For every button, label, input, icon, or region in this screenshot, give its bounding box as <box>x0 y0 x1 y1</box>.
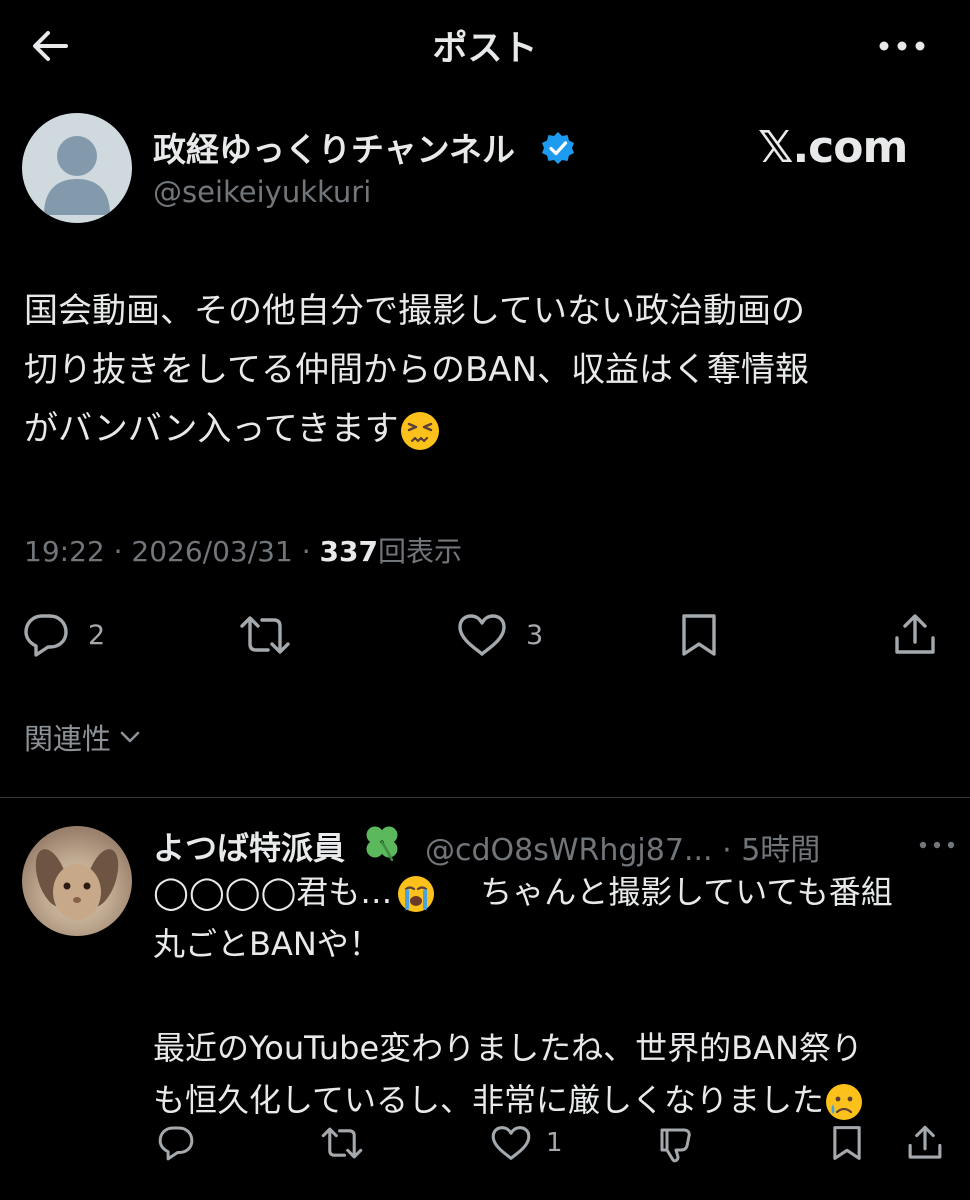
sort-dropdown[interactable]: 関連性 <box>24 716 143 758</box>
author-avatar[interactable] <box>22 113 132 223</box>
reply-icon <box>158 1126 194 1161</box>
reply-reply-button[interactable] <box>157 1124 209 1162</box>
reply-like-button[interactable]: 1 <box>490 1124 563 1162</box>
reply-time[interactable]: 5時間 <box>741 833 820 868</box>
repost-icon <box>240 616 290 654</box>
meta-separator: · <box>722 833 732 868</box>
reply-text-line: 最近のYouTube変わりましたね、世界的BAN祭り <box>153 1029 863 1067</box>
share-button[interactable] <box>892 612 956 658</box>
page-title: ポスト <box>432 29 538 69</box>
author-name[interactable]: 政経ゆっくりチャンネル <box>153 123 515 171</box>
author-handle[interactable]: @seikeiyukkuri <box>153 175 371 209</box>
views-count: 337 <box>319 535 378 568</box>
reply-author-name[interactable]: よつば特派員 <box>153 823 345 869</box>
reply-more-icon[interactable] <box>917 830 957 860</box>
verified-badge-icon <box>540 130 576 166</box>
bookmark-button[interactable] <box>678 612 738 658</box>
share-icon <box>908 1125 942 1159</box>
reply-text-line: も恒久化しているし、非常に厳しくなりました <box>153 1081 825 1119</box>
reply-text: ◯◯◯◯君も… ちゃんと撮影していても番組 丸ごとBANや！ 最近のYouTub… <box>153 866 953 1126</box>
dislike-button[interactable] <box>656 1124 710 1164</box>
post-date[interactable]: 2026/03/31 <box>131 535 292 568</box>
like-count: 3 <box>526 619 544 651</box>
repost-icon <box>321 1127 363 1159</box>
reply-like-count: 1 <box>546 1128 563 1158</box>
heart-icon <box>491 1126 531 1160</box>
more-horizontal-icon[interactable] <box>876 28 928 64</box>
bookmark-icon <box>833 1126 861 1160</box>
reply-meta: @cdO8sWRhgj87... · 5時間 <box>425 825 820 869</box>
post-text-line: 国会動画、その他自分で撮影していない政治動画の <box>24 291 805 331</box>
reply-author-handle[interactable]: @cdO8sWRhgj87... <box>425 833 713 868</box>
persevering-face-emoji-icon <box>399 410 441 452</box>
x-com-watermark: 𝕏.com <box>758 122 908 173</box>
reply-bookmark-button[interactable] <box>830 1124 878 1162</box>
reply-share-button[interactable] <box>906 1124 958 1162</box>
like-button[interactable]: 3 <box>456 612 543 658</box>
reply-icon <box>24 614 68 657</box>
reply-text-segment: ◯◯◯◯君も… <box>153 873 393 911</box>
post-text-line: 切り抜きをしてる仲間からのBAN、収益はく奪情報 <box>24 350 809 390</box>
reply-button[interactable]: 2 <box>22 612 105 658</box>
reply-repost-button[interactable] <box>320 1124 378 1162</box>
reply-text-line: 丸ごとBANや！ <box>153 925 381 963</box>
post-text: 国会動画、その他自分で撮影していない政治動画の 切り抜きをしてる仲間からのBAN… <box>24 282 954 459</box>
reply-text-segment: ちゃんと撮影していても番組 <box>480 873 893 911</box>
bookmark-icon <box>682 614 716 656</box>
rabbit-avatar-icon <box>35 849 119 920</box>
post-meta: 19:22 · 2026/03/31 · 337回表示 <box>24 530 462 570</box>
thumbs-down-icon <box>660 1128 691 1163</box>
meta-separator: · <box>113 535 123 568</box>
meta-separator: · <box>301 535 311 568</box>
reply-avatar[interactable] <box>22 826 132 936</box>
repost-button[interactable] <box>238 612 310 658</box>
post-text-line: がバンバン入ってきます <box>24 409 399 449</box>
divider <box>0 797 970 798</box>
loudly-crying-face-emoji-icon <box>396 874 436 914</box>
post-time[interactable]: 19:22 <box>24 535 105 568</box>
views-label: 回表示 <box>377 535 462 568</box>
four-leaf-clover-emoji-icon <box>362 822 402 862</box>
share-icon <box>895 614 935 654</box>
heart-icon <box>458 614 506 656</box>
default-avatar-icon <box>44 136 110 215</box>
crying-face-emoji-icon <box>824 1082 864 1122</box>
reply-count: 2 <box>88 619 106 651</box>
chevron-down-icon <box>120 731 140 743</box>
sort-label: 関連性 <box>24 722 112 756</box>
